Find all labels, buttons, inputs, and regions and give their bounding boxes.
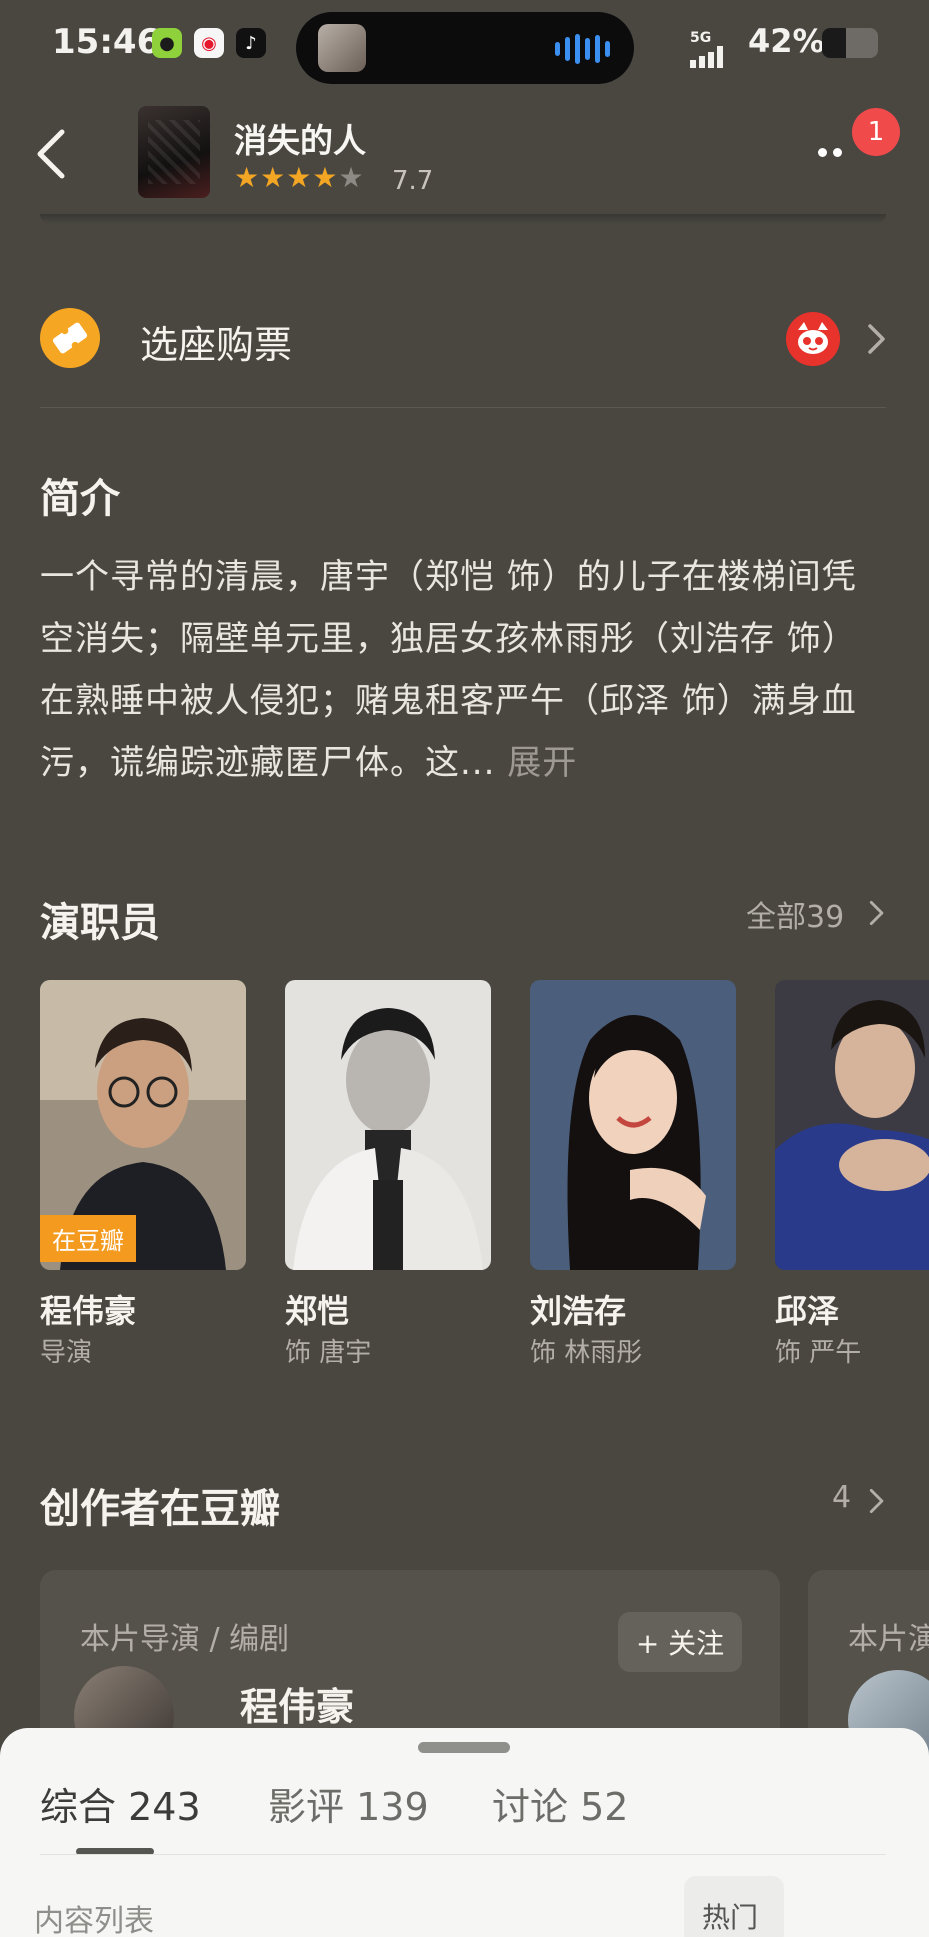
island-avatar [318, 24, 366, 72]
creator-role: 本片导演 / 编剧 [80, 1622, 290, 1657]
creators-title: 创作者在豆瓣 [40, 1486, 280, 1532]
cast-see-all-label: 全部39 [746, 900, 845, 935]
dynamic-island[interactable] [296, 12, 634, 84]
star-filled-icon: ★ [234, 161, 260, 194]
synopsis-title: 简介 [40, 476, 120, 522]
cast-role: 导演 [40, 1338, 93, 1368]
synopsis-body: 一个寻常的清晨，唐宇（郑恺 饰）的儿子在楼梯间凭空消失；隔壁单元里，独居女孩林雨… [40, 557, 857, 783]
status-bar: 15:46 ● ◉ ♪ 5G 42% [0, 0, 929, 96]
app-notification-icon: ● [152, 28, 182, 58]
tab-label: 讨论 [492, 1785, 569, 1829]
ticket-label: 选座购票 [140, 323, 293, 367]
expand-link[interactable]: 展开 [507, 743, 577, 783]
chevron-right-icon [869, 900, 884, 926]
tiktok-icon: ♪ [236, 28, 266, 58]
cast-photo: 在豆瓣 [40, 980, 246, 1270]
star-filled-icon: ★ [286, 161, 312, 194]
signal-icon: 5G [690, 30, 723, 68]
cast-card[interactable]: 郑恺 饰 唐宇 [285, 980, 491, 1380]
section-divider [40, 407, 886, 408]
battery-fill [822, 28, 846, 58]
creator-name: 程伟豪 [240, 1685, 355, 1729]
battery-icon [822, 28, 878, 58]
movie-title: 消失的人 [234, 121, 366, 160]
maoyan-cat-icon [786, 312, 840, 366]
tab-count: 243 [128, 1785, 201, 1829]
creators-see-all[interactable]: 4 [832, 1480, 892, 1524]
cast-card[interactable]: 在豆瓣 程伟豪 导演 [40, 980, 246, 1380]
creators-count: 4 [832, 1480, 852, 1515]
synopsis-text[interactable]: 一个寻常的清晨，唐宇（郑恺 饰）的儿子在楼梯间凭空消失；隔壁单元里，独居女孩林雨… [40, 546, 890, 794]
rating-score: 7.7 [392, 166, 434, 196]
cast-role: 饰 林雨彤 [530, 1338, 643, 1368]
status-time: 15:46 [52, 22, 161, 62]
cast-name: 邱泽 [775, 1292, 840, 1330]
bottom-sheet[interactable]: 综合 243 影评 139 讨论 52 内容列表 热门 [0, 1728, 929, 1937]
tab-overview[interactable]: 综合 243 [40, 1776, 201, 1831]
movie-poster-thumbnail[interactable] [138, 106, 210, 198]
chevron-right-icon [868, 324, 885, 354]
star-filled-icon: ★ [260, 161, 286, 194]
tab-label: 影评 [268, 1785, 345, 1829]
star-empty-icon: ★ [338, 161, 364, 194]
cast-photo [530, 980, 736, 1270]
creator-role: 本片演 [848, 1622, 929, 1657]
weibo-icon: ◉ [194, 28, 224, 58]
more-options-icon[interactable] [818, 148, 842, 157]
network-type: 5G [690, 30, 712, 46]
cast-see-all[interactable]: 全部39 [746, 892, 886, 936]
notification-badge[interactable]: 1 [852, 108, 900, 156]
star-filled-icon: ★ [312, 161, 338, 194]
tab-count: 52 [580, 1785, 629, 1829]
cast-card[interactable]: 邱泽 饰 严午 [775, 980, 929, 1380]
rating-stars: ★ ★ ★ ★ ★ [234, 164, 364, 192]
back-arrow-icon[interactable] [30, 126, 74, 182]
cast-title: 演职员 [40, 900, 160, 946]
chevron-right-icon [869, 1488, 884, 1514]
cast-photo [775, 980, 929, 1270]
sheet-drag-handle[interactable] [418, 1742, 510, 1753]
ticket-row[interactable]: 选座购票 [0, 290, 929, 390]
tab-count: 139 [356, 1785, 429, 1829]
ticket-icon [40, 308, 100, 368]
cast-role: 饰 严午 [775, 1338, 862, 1368]
cast-name: 刘浩存 [530, 1292, 627, 1330]
cast-role: 饰 唐宇 [285, 1338, 372, 1368]
sort-hot-button[interactable]: 热门 [684, 1876, 784, 1937]
cast-card[interactable]: 刘浩存 饰 林雨彤 [530, 980, 736, 1380]
cast-name: 程伟豪 [40, 1292, 137, 1330]
tab-label: 综合 [40, 1785, 117, 1829]
cast-photo [285, 980, 491, 1270]
douban-badge: 在豆瓣 [40, 1215, 136, 1262]
header-divider [40, 214, 886, 224]
battery-percent: 42% [748, 22, 825, 60]
content-list-label: 内容列表 [34, 1904, 154, 1937]
sheet-divider [40, 1854, 886, 1855]
tab-discussion[interactable]: 讨论 52 [492, 1776, 628, 1831]
cast-name: 郑恺 [285, 1292, 350, 1330]
follow-button[interactable]: + 关注 [618, 1612, 742, 1672]
audio-wave-icon [555, 34, 610, 64]
tab-reviews[interactable]: 影评 139 [268, 1776, 429, 1831]
